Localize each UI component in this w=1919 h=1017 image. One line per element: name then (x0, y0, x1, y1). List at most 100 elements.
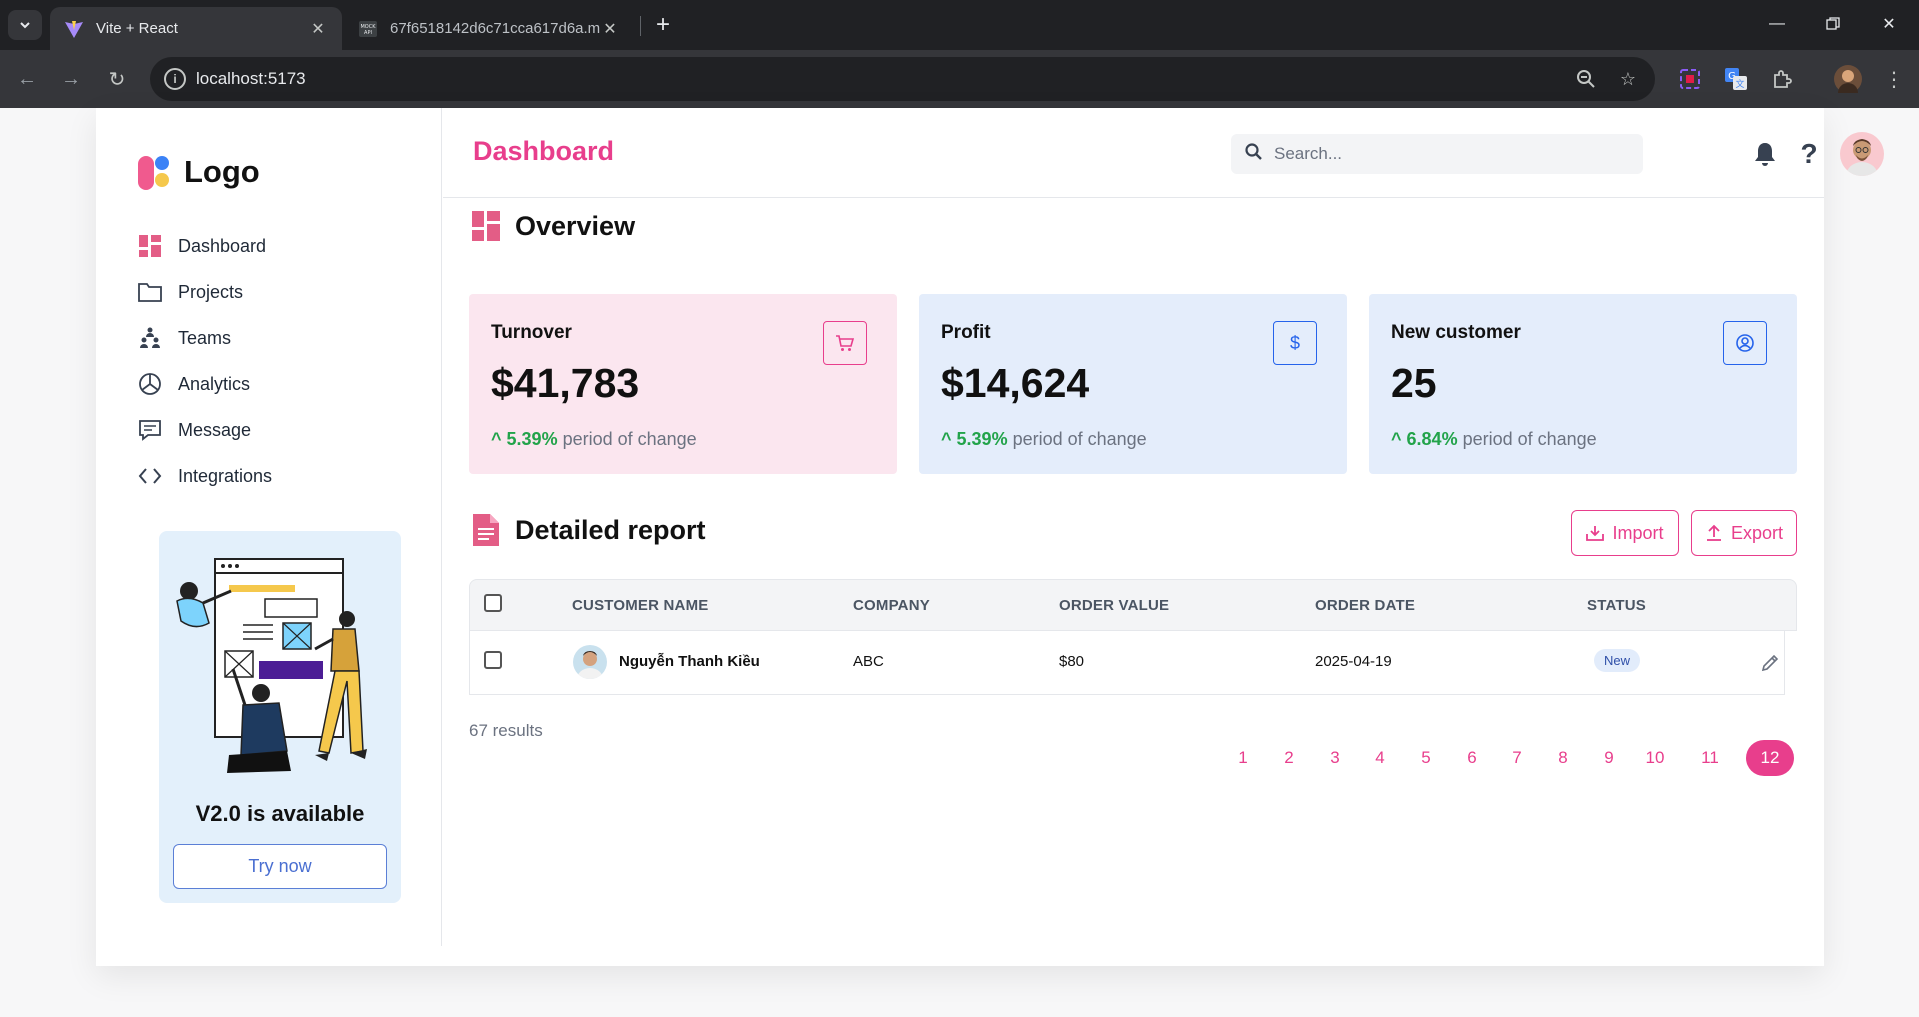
export-button[interactable]: Export (1691, 510, 1797, 556)
sidebar-item-label: Teams (178, 327, 232, 348)
page-button-10[interactable]: 10 (1639, 740, 1671, 776)
logo-mark-icon (138, 152, 174, 192)
bell-icon[interactable] (1749, 138, 1781, 170)
extensions-puzzle-icon[interactable] (1768, 65, 1796, 93)
close-tab-icon[interactable]: ✕ (308, 19, 328, 39)
customer-avatar (573, 645, 607, 679)
page-button-1[interactable]: 1 (1230, 740, 1256, 776)
edit-pencil-icon[interactable] (1758, 651, 1782, 675)
sidebar-item-dashboard[interactable]: Dashboard (138, 223, 398, 269)
reload-icon[interactable]: ↻ (102, 64, 132, 94)
sidebar-item-message[interactable]: Message (138, 407, 398, 453)
card-value: $41,783 (491, 360, 640, 406)
teams-icon (138, 326, 162, 350)
profit-card: Profit $14,624 ^ 5.39% period of change … (919, 294, 1347, 474)
customer-button[interactable] (1723, 321, 1767, 365)
search-input[interactable] (1274, 144, 1614, 164)
column-header-order-value[interactable]: ORDER VALUE (1059, 597, 1169, 614)
logo[interactable]: Logo (138, 152, 260, 192)
user-avatar[interactable] (1840, 132, 1884, 176)
page-button-11[interactable]: 11 (1694, 740, 1726, 776)
table-row[interactable]: Nguyễn Thanh Kiều ABC $80 2025-04-19 New (469, 631, 1785, 695)
column-header-status[interactable]: STATUS (1587, 597, 1646, 614)
table-header: CUSTOMER NAME COMPANY ORDER VALUE ORDER … (469, 579, 1797, 631)
column-header-company[interactable]: COMPANY (853, 597, 930, 614)
change-percent: 5.39% (506, 429, 558, 449)
browser-toolbar: ← → ↻ i localhost:5173 ☆ G文 ⋮ (0, 50, 1919, 108)
back-arrow-icon[interactable]: ← (12, 64, 42, 94)
turnover-card: Turnover $41,783 ^ 5.39% period of chang… (469, 294, 897, 474)
card-value: 25 (1391, 360, 1437, 406)
import-button[interactable]: Import (1571, 510, 1679, 556)
cart-icon (836, 335, 855, 351)
page-button-8[interactable]: 8 (1550, 740, 1576, 776)
report-table: CUSTOMER NAME COMPANY ORDER VALUE ORDER … (469, 579, 1797, 695)
sidebar-item-projects[interactable]: Projects (138, 269, 398, 315)
minimize-icon[interactable]: — (1754, 8, 1800, 40)
dollar-icon: $ (1289, 332, 1300, 353)
card-label: New customer (1391, 322, 1521, 343)
site-info-icon[interactable]: i (164, 68, 186, 90)
page-button-9[interactable]: 9 (1596, 740, 1622, 776)
dollar-button[interactable]: $ (1273, 321, 1317, 365)
dashboard-icon (471, 210, 501, 242)
url-text[interactable]: localhost:5173 (196, 69, 306, 89)
change-percent: 5.39% (956, 429, 1008, 449)
upgrade-promo-card: V2.0 is available Try now (159, 531, 401, 903)
page-button-2[interactable]: 2 (1276, 740, 1302, 776)
cart-button[interactable] (823, 321, 867, 365)
sidebar-item-label: Dashboard (178, 235, 267, 256)
page-button-7[interactable]: 7 (1504, 740, 1530, 776)
top-header: Dashboard ? (443, 108, 1884, 198)
tab-vite-react[interactable]: Vite + React ✕ (50, 7, 342, 50)
sidebar-item-teams[interactable]: Teams (138, 315, 398, 361)
card-change: ^ 6.84% period of change (1391, 429, 1597, 450)
change-arrow: ^ (491, 429, 502, 449)
vite-icon (64, 19, 84, 39)
browser-menu-icon[interactable]: ⋮ (1880, 65, 1908, 93)
page-button-6[interactable]: 6 (1459, 740, 1485, 776)
page-button-4[interactable]: 4 (1367, 740, 1393, 776)
svg-text:API: API (364, 30, 372, 36)
forward-arrow-icon[interactable]: → (56, 64, 86, 94)
page-button-12-current[interactable]: 12 (1746, 740, 1794, 776)
message-icon (138, 418, 162, 442)
zoom-icon[interactable] (1574, 67, 1598, 91)
restore-icon[interactable] (1810, 8, 1856, 40)
search-box[interactable] (1231, 134, 1643, 174)
screen-capture-extension-icon[interactable] (1676, 65, 1704, 93)
page-button-5[interactable]: 5 (1413, 740, 1439, 776)
translate-extension-icon[interactable]: G文 (1722, 65, 1750, 93)
tab-search-button[interactable] (8, 10, 42, 40)
close-window-icon[interactable]: ✕ (1866, 8, 1912, 40)
try-now-button[interactable]: Try now (173, 844, 387, 889)
change-arrow: ^ (1391, 429, 1402, 449)
page-button-3[interactable]: 3 (1322, 740, 1348, 776)
mockapi-icon: MOCK API (358, 19, 378, 39)
new-tab-button[interactable]: + (648, 10, 678, 40)
sidebar: Logo Dashboard Projects Teams Analytics … (96, 108, 442, 946)
sidebar-item-analytics[interactable]: Analytics (138, 361, 398, 407)
select-all-checkbox[interactable] (484, 594, 502, 612)
tab-mockapi[interactable]: MOCKAPI 67f6518142d6c71cca617d6a.mockapi… (344, 7, 634, 50)
customer-name: Nguyễn Thanh Kiều (619, 653, 760, 670)
sidebar-item-label: Analytics (178, 373, 251, 394)
profile-avatar-icon[interactable] (1834, 65, 1862, 93)
user-circle-icon (1736, 334, 1754, 352)
bookmark-star-icon[interactable]: ☆ (1616, 67, 1640, 91)
sidebar-item-label: Message (178, 419, 252, 440)
change-percent: 6.84% (1406, 429, 1458, 449)
sidebar-item-integrations[interactable]: Integrations (138, 453, 398, 499)
change-text: period of change (1012, 429, 1147, 449)
search-icon (1245, 143, 1262, 165)
sidebar-item-label: Projects (178, 281, 244, 302)
help-icon[interactable]: ? (1793, 138, 1825, 170)
code-icon (138, 464, 162, 488)
column-header-customer[interactable]: CUSTOMER NAME (572, 597, 709, 614)
card-label: Profit (941, 322, 991, 343)
address-bar[interactable]: i localhost:5173 ☆ (150, 57, 1655, 101)
row-checkbox[interactable] (484, 651, 502, 669)
order-value-cell: $80 (1059, 653, 1085, 670)
close-tab-icon[interactable]: ✕ (600, 19, 620, 39)
column-header-order-date[interactable]: ORDER DATE (1315, 597, 1415, 614)
